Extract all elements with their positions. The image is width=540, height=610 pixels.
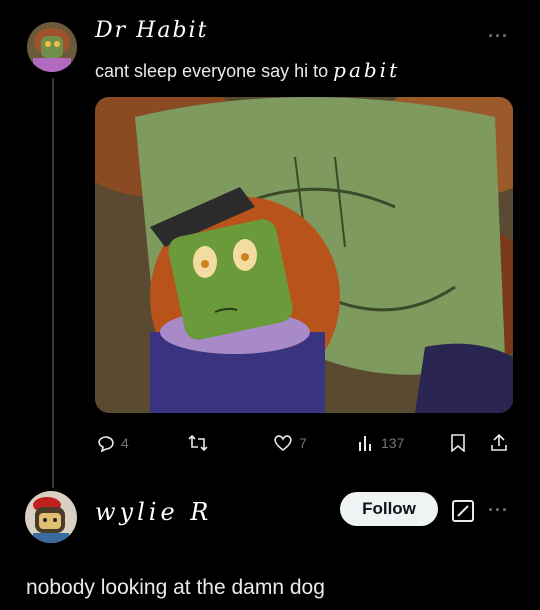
heart-icon [274,435,292,452]
edit-icon[interactable] [452,500,474,522]
views-icon [359,436,371,451]
reply-avatar-image [25,491,77,543]
bookmark-icon [451,434,465,452]
reply-count: 4 [121,435,129,451]
like-count: 7 [299,435,307,451]
thread-line [52,78,54,488]
bookmark-button[interactable] [450,434,466,452]
post-text: cant sleep everyone say hi to pabit [95,58,400,82]
follow-button[interactable]: Follow [340,492,438,526]
share-button[interactable] [490,433,508,452]
author-name[interactable]: Dr Habit [95,18,208,43]
more-options-button[interactable]: ··· [488,26,509,47]
reply-author-name[interactable]: wylie R [95,498,212,526]
drawn-character-image [95,97,513,413]
reply-icon [98,436,114,452]
views-button[interactable]: 137 [357,434,404,452]
post-text-handwritten: pabit [333,58,401,82]
retweet-button[interactable] [188,434,214,452]
view-count: 137 [381,435,405,451]
post-text-main: cant sleep everyone say hi to [95,61,334,81]
avatar-image [27,22,77,72]
share-icon [491,433,507,451]
edit-pen-icon [457,505,469,517]
reply-text: nobody looking at the damn dog [26,576,325,599]
reply-button[interactable]: 4 [97,434,129,452]
retweet-icon [188,434,208,452]
avatar[interactable] [27,22,77,72]
reply-more-options-button[interactable]: ··· [488,500,509,521]
post-image[interactable] [95,97,513,413]
reply-avatar[interactable] [25,491,77,543]
like-button[interactable]: 7 [273,434,307,452]
